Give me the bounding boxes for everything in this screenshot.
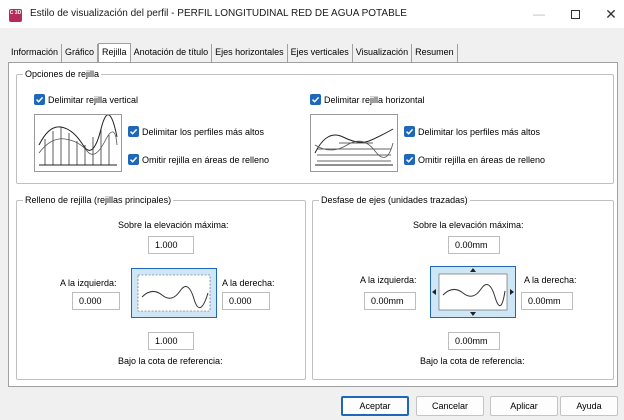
grid-options-title: Opciones de rejilla [23,69,102,79]
help-button[interactable]: Ayuda [560,396,618,416]
grid-fill-below-input[interactable]: 1.000 [148,332,194,350]
minimize-button[interactable]: — [521,0,557,28]
title-bar: C 3D Estilo de visualización del perfil … [0,0,624,28]
horizontal-clip-higher-profiles-label: Delimitar los perfiles más altos [418,126,541,137]
axis-offset-below-label: Bajo la cota de referencia: [420,356,525,366]
apply-button[interactable]: Aplicar [490,396,558,416]
axis-offset-title: Desfase de ejes (unidades trazadas) [319,195,470,205]
axis-offset-left-label: A la izquierda: [360,275,417,285]
checkmark-icon [128,126,139,137]
grid-fill-above-input[interactable]: 1.000 [148,236,194,254]
clip-horizontal-grid-checkbox[interactable]: Delimitar rejilla horizontal [310,94,425,105]
tab-rejilla[interactable]: Rejilla [98,43,131,62]
vertical-clip-higher-profiles-label: Delimitar los perfiles más altos [142,126,265,137]
horizontal-grid-profile-icon [310,114,398,172]
horizontal-clip-higher-profiles-checkbox[interactable]: Delimitar los perfiles más altos [404,126,540,137]
tab-ejes-horizontales[interactable]: Ejes horizontales [212,44,288,62]
civil3d-app-icon: C 3D [9,9,22,22]
tab-informacion[interactable]: Información [8,44,63,62]
grid-fill-title: Relleno de rejilla (rejillas principales… [23,195,174,205]
axis-offset-right-label: A la derecha: [524,275,577,285]
grid-fill-right-input[interactable]: 0.000 [222,292,270,310]
axis-offset-above-label: Sobre la elevación máxima: [413,220,524,230]
tab-anotacion-titulo[interactable]: Anotación de título [131,44,213,62]
axis-offset-preview-icon [430,266,516,318]
grid-fill-right-label: A la derecha: [222,278,275,288]
clip-vertical-grid-label: Delimitar rejilla vertical [48,94,139,105]
clip-horizontal-grid-label: Delimitar rejilla horizontal [324,94,425,105]
profile-style-dialog: C 3D Estilo de visualización del perfil … [0,0,624,420]
cancel-button[interactable]: Cancelar [416,396,484,416]
tab-ejes-verticales[interactable]: Ejes verticales [288,44,353,62]
grid-fill-below-label: Bajo la cota de referencia: [118,356,223,366]
checkmark-icon [34,94,45,105]
horizontal-omit-fill-label: Omitir rejilla en áreas de relleno [418,154,546,165]
tab-strip: Información Gráfico Rejilla Anotación de… [8,43,458,62]
tab-resumen[interactable]: Resumen [412,44,458,62]
axis-offset-above-input[interactable]: 0.00mm [448,236,500,254]
vertical-clip-higher-profiles-checkbox[interactable]: Delimitar los perfiles más altos [128,126,264,137]
checkmark-icon [310,94,321,105]
checkmark-icon [404,126,415,137]
grid-fill-preview-icon [131,268,217,318]
maximize-icon [570,9,580,19]
horizontal-omit-fill-checkbox[interactable]: Omitir rejilla en áreas de relleno [404,154,545,165]
window-title: Estilo de visualización del perfil - PER… [30,8,407,19]
tab-visualizacion[interactable]: Visualización [353,44,413,62]
checkmark-icon [128,154,139,165]
axis-offset-left-input[interactable]: 0.00mm [364,292,416,310]
clip-vertical-grid-checkbox[interactable]: Delimitar rejilla vertical [34,94,138,105]
grid-fill-above-label: Sobre la elevación máxima: [118,220,229,230]
tab-grafico[interactable]: Gráfico [62,44,99,62]
maximize-button[interactable] [557,0,593,28]
vertical-grid-profile-icon [34,114,122,172]
vertical-omit-fill-label: Omitir rejilla en áreas de relleno [142,154,270,165]
close-button[interactable]: ✕ [593,0,624,28]
axis-offset-below-input[interactable]: 0.00mm [448,332,500,350]
checkmark-icon [404,154,415,165]
vertical-omit-fill-checkbox[interactable]: Omitir rejilla en áreas de relleno [128,154,269,165]
grid-fill-left-label: A la izquierda: [60,278,117,288]
grid-fill-left-input[interactable]: 0.000 [72,292,120,310]
axis-offset-right-input[interactable]: 0.00mm [521,292,573,310]
accept-button[interactable]: Aceptar [341,396,409,416]
